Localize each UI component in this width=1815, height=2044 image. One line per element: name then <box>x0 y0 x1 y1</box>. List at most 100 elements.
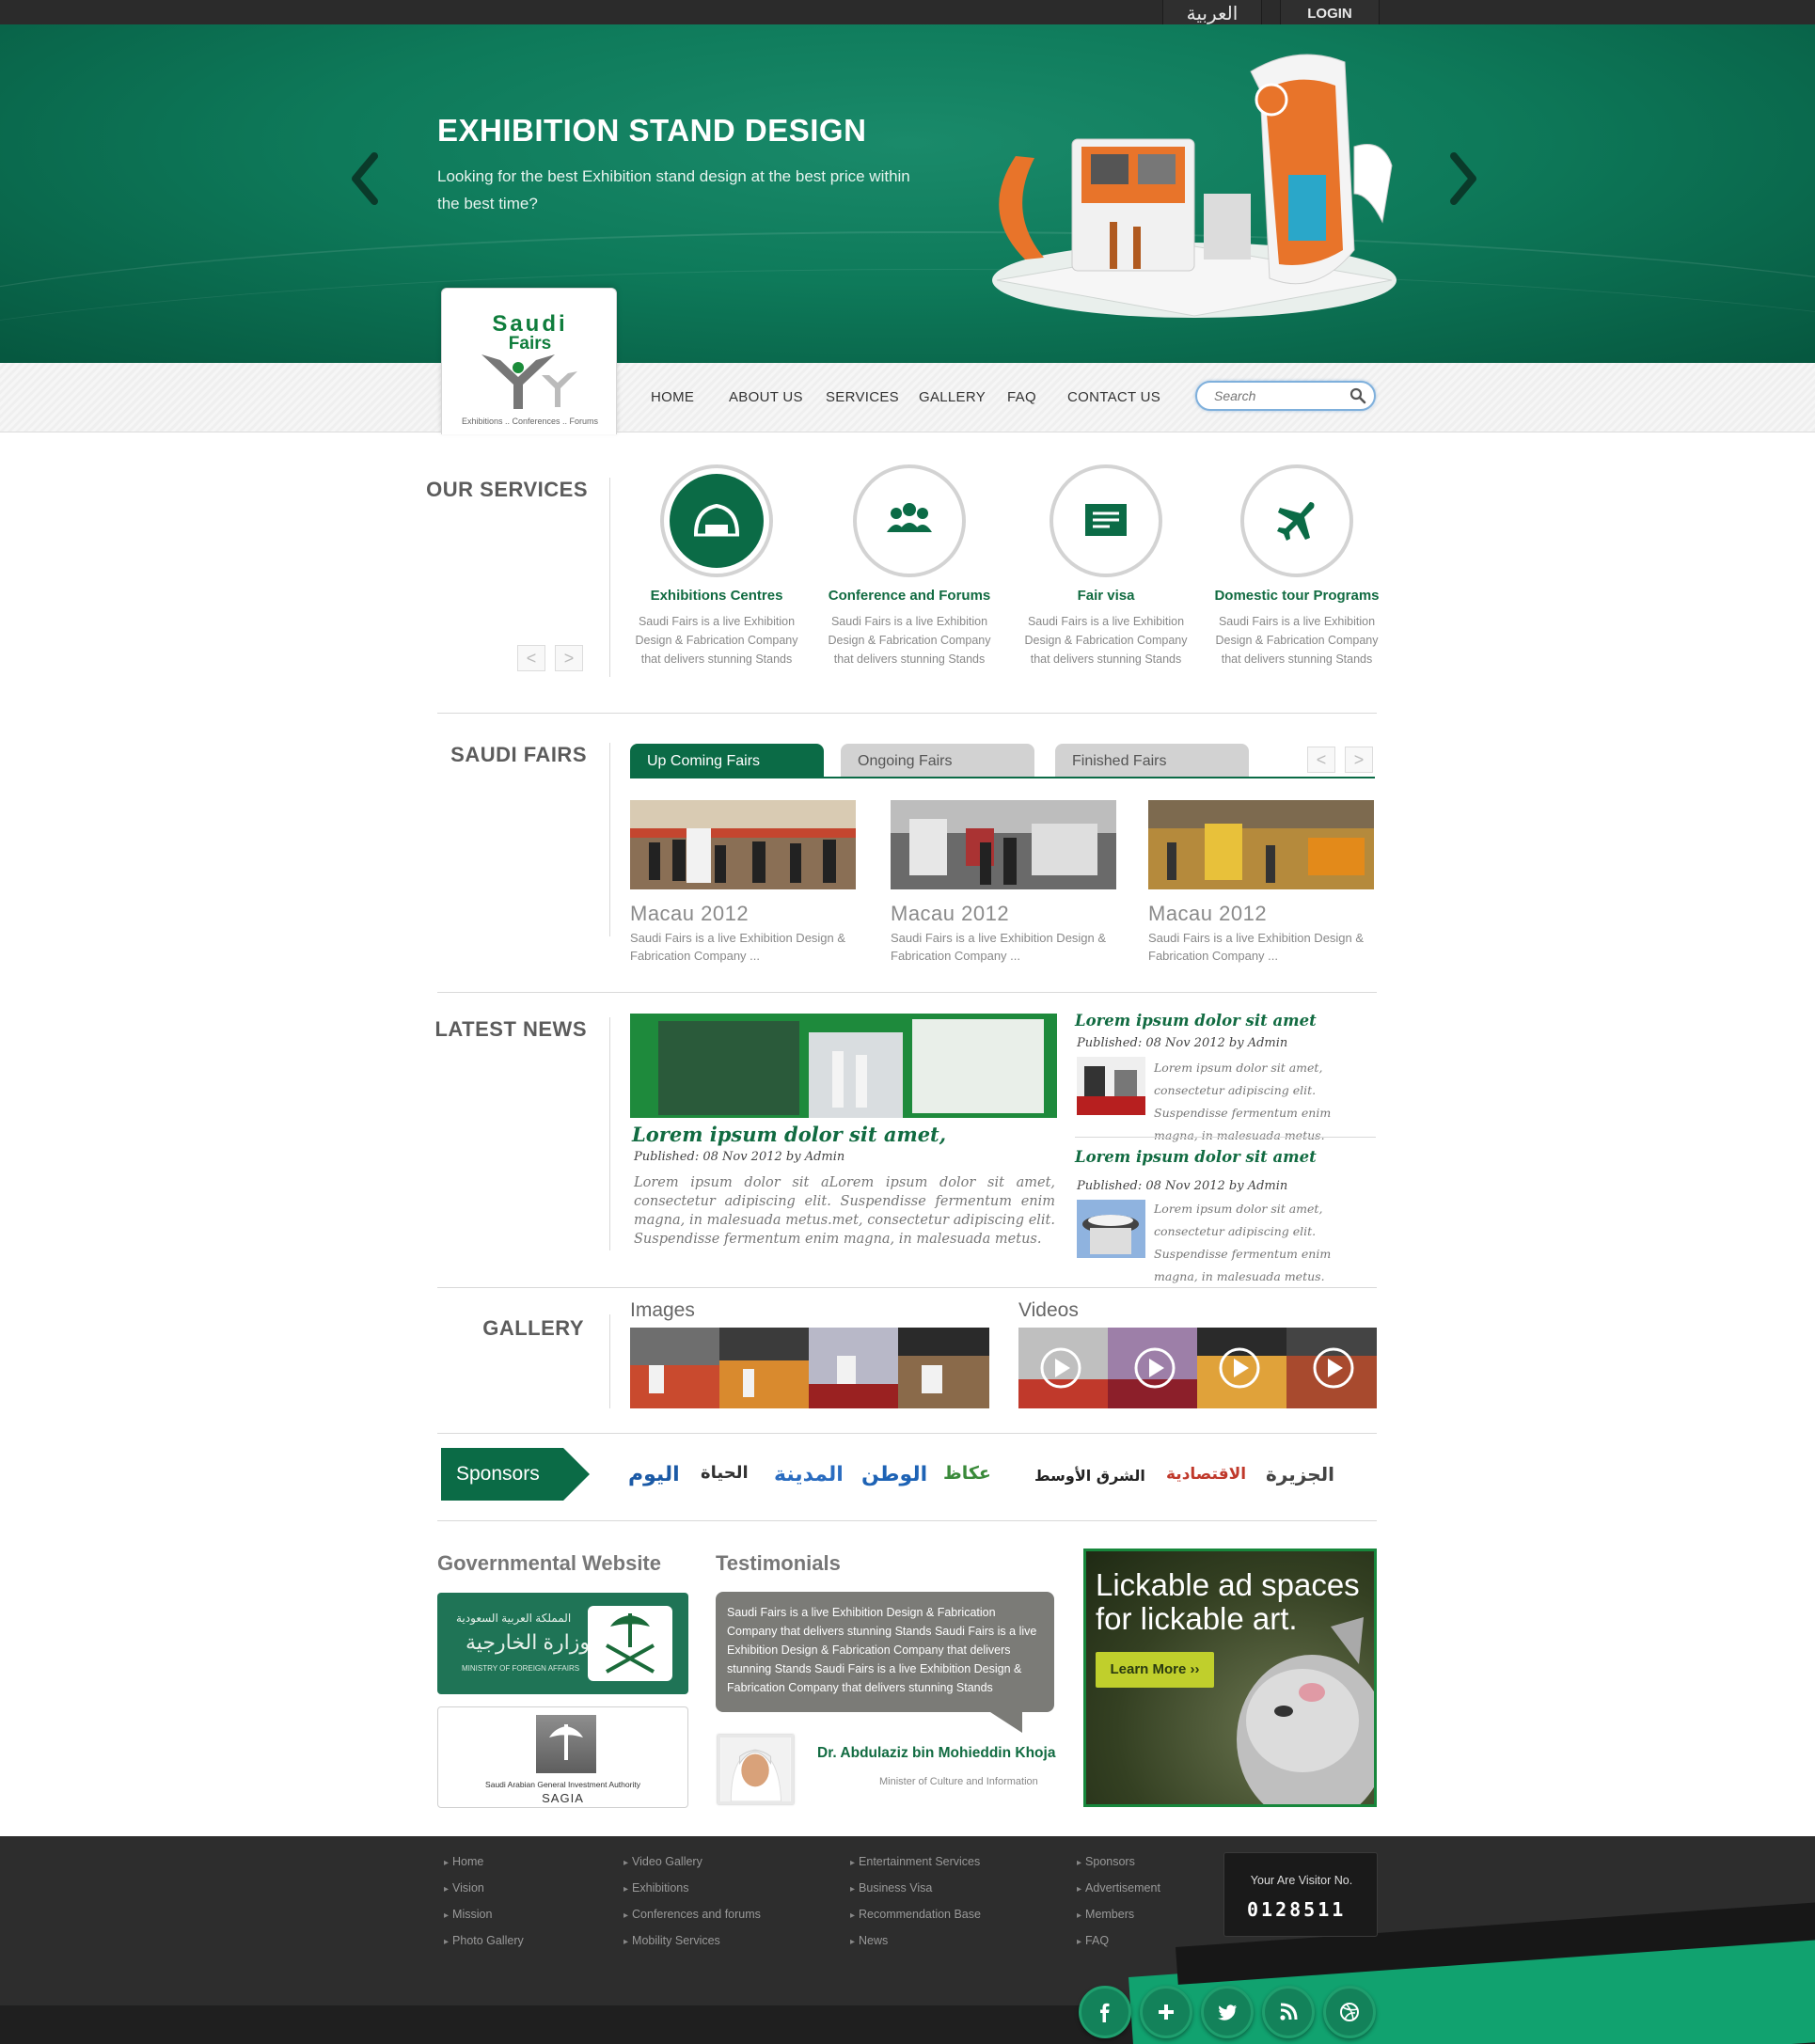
footer-link[interactable]: News <box>850 1934 888 1947</box>
gallery-images-label: Images <box>630 1299 695 1321</box>
nav-faq[interactable]: FAQ <box>1007 389 1036 405</box>
gallery-images-strip[interactable] <box>630 1328 989 1408</box>
news-side-title[interactable]: Lorem ipsum dolor sit amet <box>1075 1012 1317 1030</box>
footer-link[interactable]: Video Gallery <box>623 1855 702 1868</box>
service-desc: Saudi Fairs is a live Exhibition Design … <box>828 615 991 666</box>
airplane-icon <box>1277 502 1315 541</box>
nav-gallery[interactable]: GALLERY <box>919 389 986 405</box>
hero-subtitle: Looking for the best Exhibition stand de… <box>437 167 910 212</box>
section-divider <box>609 1314 610 1408</box>
gov1-line3: MINISTRY OF FOREIGN AFFAIRS <box>462 1664 580 1673</box>
service-card-fair-visa[interactable]: Fair visa Saudi Fairs is a live Exhibiti… <box>1021 464 1191 668</box>
fair-photo <box>630 800 856 889</box>
footer-link[interactable]: Sponsors <box>1077 1855 1135 1868</box>
testimonial-bubble: Saudi Fairs is a live Exhibition Design … <box>716 1592 1054 1733</box>
footer-link[interactable]: Mobility Services <box>623 1934 720 1947</box>
testimonial-name: Dr. Abdulaziz bin Mohieddin Khoja <box>817 1745 1056 1761</box>
gallery-videos-strip[interactable] <box>1018 1328 1377 1408</box>
sagia-emblem-icon <box>536 1715 596 1773</box>
search-input[interactable] <box>1214 387 1346 404</box>
news-thumbnail <box>1077 1200 1145 1258</box>
footer-link[interactable]: Home <box>444 1855 483 1868</box>
plus-button[interactable] <box>1140 1986 1192 2038</box>
tab-ongoing-fairs[interactable]: Ongoing Fairs <box>841 744 1034 778</box>
rss-button[interactable] <box>1262 1986 1315 2038</box>
visitor-number: 0128511 <box>1247 1898 1347 1921</box>
gov1-line1: المملكة العربية السعودية <box>456 1612 572 1625</box>
news-main-meta: Published: 08 Nov 2012 by Admin <box>634 1150 845 1164</box>
sponsors-label-text: Sponsors <box>456 1463 540 1485</box>
sponsor-logo[interactable]: الشرق الأوسط <box>1034 1467 1145 1485</box>
tab-upcoming-fairs[interactable]: Up Coming Fairs <box>630 744 824 778</box>
services-next-button[interactable]: > <box>555 645 583 671</box>
footer-link[interactable]: Exhibitions <box>623 1881 688 1895</box>
sponsor-logo[interactable]: الجزيرة <box>1266 1463 1334 1486</box>
gov-link-foreign-affairs[interactable]: المملكة العربية السعودية وزارة الخارجية … <box>437 1593 688 1694</box>
fairs-next-button[interactable]: > <box>1345 747 1373 773</box>
sponsor-logo[interactable]: عكاظ <box>943 1463 991 1484</box>
navigation-bar <box>0 363 1815 432</box>
footer-link[interactable]: FAQ <box>1077 1934 1109 1947</box>
service-icon-ring <box>1240 464 1353 577</box>
fair-desc: Saudi Fairs is a live Exhibition Design … <box>630 931 846 963</box>
fair-card[interactable]: Macau 2012 Saudi Fairs is a live Exhibit… <box>630 800 856 965</box>
hero-next-arrow-icon[interactable] <box>1444 150 1482 207</box>
hero-prev-arrow-icon[interactable] <box>346 150 384 207</box>
emblem-icon <box>588 1606 672 1681</box>
service-icon-ring <box>1050 464 1162 577</box>
nav-about-us[interactable]: ABOUT US <box>729 389 803 405</box>
news-main-title[interactable]: Lorem ipsum dolor sit amet, <box>632 1123 946 1146</box>
dribbble-button[interactable] <box>1323 1986 1376 2038</box>
fair-photo <box>891 800 1116 889</box>
fair-card[interactable]: Macau 2012 Saudi Fairs is a live Exhibit… <box>1148 800 1374 965</box>
news-main-body: Lorem ipsum dolor sit aLorem ipsum dolor… <box>634 1175 1055 1247</box>
footer-link[interactable]: Members <box>1077 1908 1134 1921</box>
footer-link[interactable]: Conferences and forums <box>623 1908 761 1921</box>
service-card-domestic-tour[interactable]: Domestic tour Programs Saudi Fairs is a … <box>1212 464 1381 668</box>
facebook-button[interactable] <box>1079 1986 1131 2038</box>
service-desc: Saudi Fairs is a live Exhibition Design … <box>635 615 798 666</box>
section-title-services: OUR SERVICES <box>426 478 588 501</box>
footer-link[interactable]: Business Visa <box>850 1881 932 1895</box>
footer-link[interactable]: Entertainment Services <box>850 1855 980 1868</box>
footer-link[interactable]: Advertisement <box>1077 1881 1160 1895</box>
sponsor-logo[interactable]: المدينة <box>774 1463 844 1486</box>
sponsor-logo[interactable]: الاقتصادية <box>1166 1465 1246 1484</box>
section-divider <box>609 1017 610 1250</box>
ad-banner[interactable]: Lickable ad spaces for lickable art. Lea… <box>1083 1549 1377 1807</box>
section-title-news: LATEST NEWS <box>434 1017 587 1041</box>
sponsors-label: Sponsors <box>441 1448 590 1501</box>
site-logo[interactable]: Saudi Fairs Exhibitions .. Conferences .… <box>441 288 617 434</box>
sponsor-logo[interactable]: الوطن <box>861 1463 927 1486</box>
sponsor-logo[interactable]: الحياة <box>701 1463 749 1483</box>
fairs-prev-button[interactable]: < <box>1307 747 1335 773</box>
ad-learn-more-button[interactable]: Learn More ›› <box>1096 1652 1214 1688</box>
gallery-videos-label: Videos <box>1018 1299 1079 1321</box>
sponsor-logo[interactable]: اليوم <box>628 1463 680 1486</box>
footer-link[interactable]: Vision <box>444 1881 484 1895</box>
service-card-conference[interactable]: Conference and Forums Saudi Fairs is a l… <box>825 464 994 668</box>
tab-finished-fairs[interactable]: Finished Fairs <box>1055 744 1249 778</box>
news-side-title[interactable]: Lorem ipsum dolor sit amet <box>1075 1148 1317 1166</box>
nav-home[interactable]: HOME <box>651 389 694 405</box>
service-card-exhibitions[interactable]: Exhibitions Centres Saudi Fairs is a liv… <box>632 464 801 668</box>
footer-link[interactable]: Mission <box>444 1908 492 1921</box>
search-box[interactable] <box>1195 381 1376 411</box>
governmental-title: Governmental Website <box>437 1551 661 1575</box>
gov-link-sagia[interactable]: Saudi Arabian General Investment Authori… <box>437 1706 688 1808</box>
testimonials-title: Testimonials <box>716 1551 841 1575</box>
twitter-button[interactable] <box>1201 1986 1254 2038</box>
services-prev-button[interactable]: < <box>517 645 545 671</box>
search-icon[interactable] <box>1349 387 1366 404</box>
dribbble-icon <box>1340 2003 1359 2021</box>
footer-link[interactable]: Photo Gallery <box>444 1934 524 1947</box>
news-separator <box>1075 1137 1376 1138</box>
service-name: Fair visa <box>1077 588 1135 604</box>
footer-link[interactable]: Recommendation Base <box>850 1908 981 1921</box>
testimonial-role: Minister of Culture and Information <box>879 1776 1038 1787</box>
nav-services[interactable]: SERVICES <box>826 389 899 405</box>
nav-contact-us[interactable]: CONTACT US <box>1067 389 1160 405</box>
fair-card[interactable]: Macau 2012 Saudi Fairs is a live Exhibit… <box>891 800 1116 965</box>
service-icon-ring <box>853 464 966 577</box>
section-separator <box>437 1287 1377 1288</box>
